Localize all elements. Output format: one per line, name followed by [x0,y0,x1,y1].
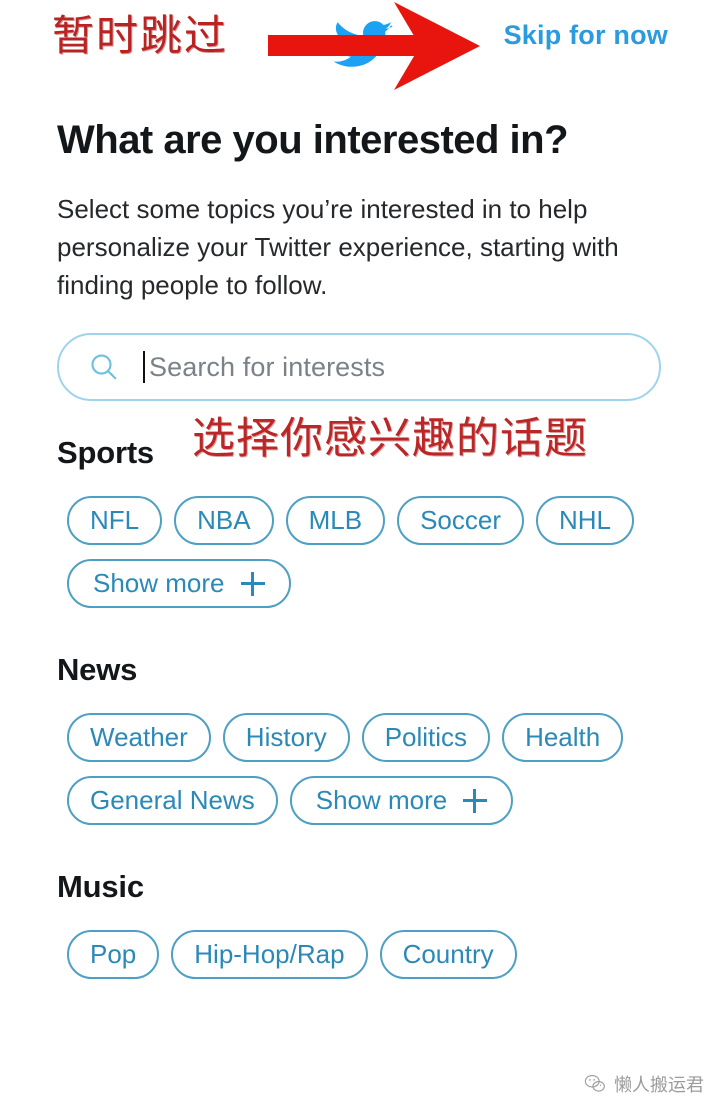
chip-soccer[interactable]: Soccer [397,496,524,545]
section-sports: Sports 选择你感兴趣的话题 NFL NBA MLB Soccer NHL … [0,435,720,608]
chip-label: Weather [90,722,188,753]
chip-row-sports-1: NFL NBA MLB Soccer NHL [67,496,680,545]
chip-label: MLB [309,505,362,536]
chip-history[interactable]: History [223,713,350,762]
watermark-text: 懒人搬运君 [614,1071,704,1097]
chip-politics[interactable]: Politics [362,713,490,762]
chip-health[interactable]: Health [502,713,623,762]
show-more-news-button[interactable]: Show more [290,776,514,825]
chip-label: Soccer [420,505,501,536]
text-caret [143,351,145,383]
chip-label: Politics [385,722,467,753]
chip-general-news[interactable]: General News [67,776,278,825]
show-more-label: Show more [316,785,448,816]
section-title-sports: Sports [57,435,720,471]
chip-nba[interactable]: NBA [174,496,273,545]
section-news: News Weather History Politics Health Gen… [0,652,720,825]
chip-row-news-2: General News Show more [67,776,680,825]
page-title: What are you interested in? [57,118,720,163]
search-icon [89,352,119,382]
section-title-music: Music [57,869,720,905]
chip-label: History [246,722,327,753]
annotation-arrow-icon [268,2,484,90]
chip-nfl[interactable]: NFL [67,496,162,545]
search-input[interactable]: Search for interests [57,333,661,401]
chip-row-news-1: Weather History Politics Health [67,713,680,762]
chip-nhl[interactable]: NHL [536,496,634,545]
screen-root: 暂时跳过 Skip for now What are you intereste… [0,0,720,1113]
chip-label: Health [525,722,600,753]
annotation-skip-chinese: 暂时跳过 [52,8,228,64]
search-placeholder: Search for interests [149,352,385,383]
chip-label: NFL [90,505,139,536]
chip-weather[interactable]: Weather [67,713,211,762]
show-more-sports-button[interactable]: Show more [67,559,291,608]
chip-label: NBA [197,505,250,536]
chip-label: Hip-Hop/Rap [194,939,344,970]
chip-label: NHL [559,505,611,536]
watermark: 懒人搬运君 [584,1071,704,1097]
skip-for-now-button[interactable]: Skip for now [504,20,668,51]
page-subtitle: Select some topics you’re interested in … [57,190,672,304]
chip-row-sports-2: Show more [67,559,680,608]
plus-icon [241,572,265,596]
plus-icon [463,789,487,813]
chip-country[interactable]: Country [380,930,517,979]
chip-hip-hop-rap[interactable]: Hip-Hop/Rap [171,930,367,979]
chip-row-music-1: Pop Hip-Hop/Rap Country [67,930,680,979]
chip-label: Country [403,939,494,970]
top-bar: 暂时跳过 Skip for now [0,0,720,92]
section-title-news: News [57,652,720,688]
chip-label: General News [90,785,255,816]
chip-pop[interactable]: Pop [67,930,159,979]
chip-mlb[interactable]: MLB [286,496,385,545]
show-more-label: Show more [93,568,225,599]
wechat-icon [584,1073,606,1095]
section-music: Music Pop Hip-Hop/Rap Country [0,869,720,979]
chip-label: Pop [90,939,136,970]
main-content: What are you interested in? Select some … [0,92,720,979]
